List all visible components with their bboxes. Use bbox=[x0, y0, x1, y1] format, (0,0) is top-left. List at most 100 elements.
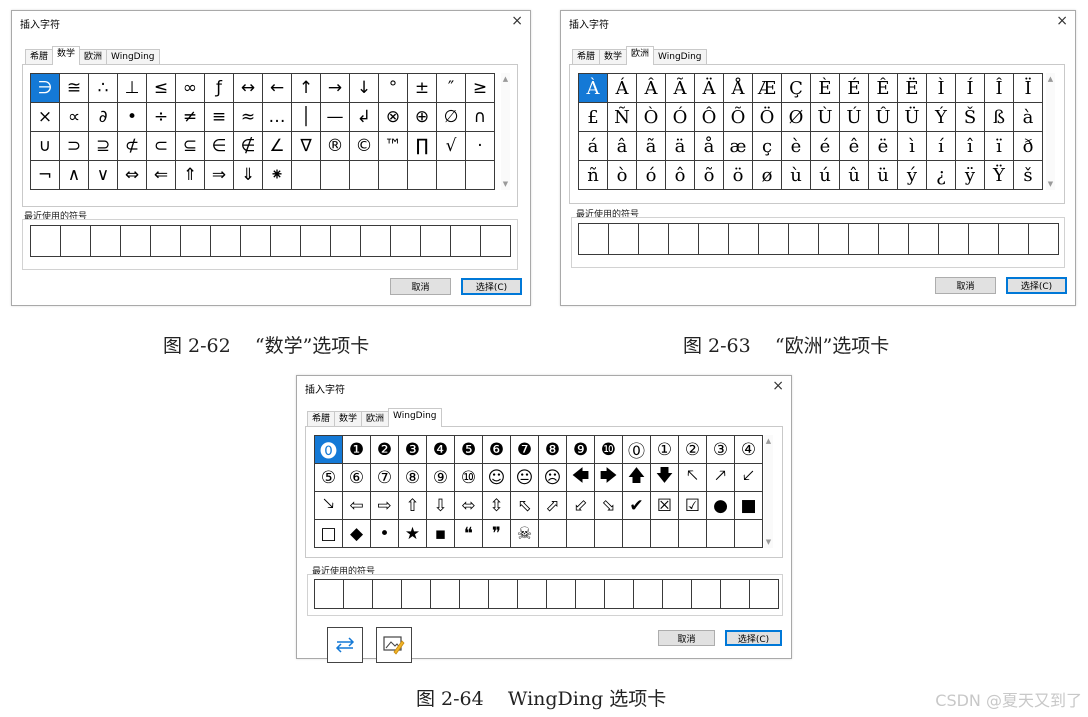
symbol-cell[interactable]: ÿ bbox=[956, 161, 985, 190]
symbol-cell[interactable]: ® bbox=[321, 132, 350, 161]
symbol-cell[interactable]: û bbox=[840, 161, 869, 190]
symbol-cell[interactable]: ⬄ bbox=[455, 492, 483, 520]
symbol-cell[interactable]: ≅ bbox=[60, 74, 89, 103]
symbol-cell[interactable]: ∧ bbox=[60, 161, 89, 190]
symbol-cell[interactable]: ⊇ bbox=[89, 132, 118, 161]
symbol-cell[interactable]: À bbox=[579, 74, 608, 103]
symbol-cell[interactable]: Ñ bbox=[608, 103, 637, 132]
symbol-cell[interactable]: × bbox=[31, 103, 60, 132]
symbol-cell[interactable]: ⇦ bbox=[343, 492, 371, 520]
symbol-cell[interactable]: ∩ bbox=[466, 103, 495, 132]
symbol-cell[interactable]: 🡗 bbox=[735, 464, 763, 492]
recent-symbol-cell[interactable] bbox=[31, 225, 61, 257]
recent-symbol-cell[interactable] bbox=[729, 223, 759, 255]
symbol-cell[interactable]: ™ bbox=[379, 132, 408, 161]
symbol-cell[interactable]: ∞ bbox=[176, 74, 205, 103]
symbol-cell[interactable]: ⊆ bbox=[176, 132, 205, 161]
symbol-cell[interactable]: ● bbox=[707, 492, 735, 520]
recent-symbol-cell[interactable] bbox=[579, 223, 609, 255]
select-button[interactable]: 选择(C) bbox=[725, 630, 782, 646]
symbol-cell[interactable]: … bbox=[263, 103, 292, 132]
close-icon[interactable]: × bbox=[772, 378, 784, 394]
symbol-cell[interactable]: ì bbox=[898, 132, 927, 161]
symbol-cell[interactable]: ⑥ bbox=[343, 464, 371, 492]
symbol-cell[interactable]: Ü bbox=[898, 103, 927, 132]
symbol-cell[interactable]: ï bbox=[985, 132, 1014, 161]
symbol-cell[interactable]: ¿ bbox=[927, 161, 956, 190]
symbol-cell[interactable]: Ú bbox=[840, 103, 869, 132]
symbol-cell[interactable]: ❻ bbox=[483, 436, 511, 464]
symbol-cell[interactable] bbox=[651, 520, 679, 548]
symbol-cell[interactable]: 🡔 bbox=[679, 464, 707, 492]
symbol-cell[interactable]: ❾ bbox=[567, 436, 595, 464]
symbol-cell[interactable]: Ì bbox=[927, 74, 956, 103]
symbol-cell[interactable] bbox=[437, 161, 466, 190]
symbol-cell[interactable]: ❞ bbox=[483, 520, 511, 548]
symbol-cell[interactable]: ∇ bbox=[292, 132, 321, 161]
tab-europe[interactable]: 欧洲 bbox=[79, 49, 108, 65]
symbol-cell[interactable]: Ô bbox=[695, 103, 724, 132]
symbol-cell[interactable]: 🡇 bbox=[651, 464, 679, 492]
symbol-cell[interactable]: — bbox=[321, 103, 350, 132]
recent-symbol-cell[interactable] bbox=[421, 225, 451, 257]
symbol-cell[interactable]: ″ bbox=[437, 74, 466, 103]
symbol-cell[interactable]: Ï bbox=[1014, 74, 1043, 103]
symbol-cell[interactable]: ☠ bbox=[511, 520, 539, 548]
symbol-cell[interactable]: Ë bbox=[898, 74, 927, 103]
recent-symbol-cell[interactable] bbox=[373, 579, 402, 609]
symbol-cell[interactable]: ④ bbox=[735, 436, 763, 464]
tab-greek[interactable]: 希腊 bbox=[307, 411, 336, 427]
symbol-cell[interactable]: • bbox=[371, 520, 399, 548]
symbol-cell[interactable]: ý bbox=[898, 161, 927, 190]
symbol-cell[interactable]: ⇧ bbox=[399, 492, 427, 520]
image-edit-icon[interactable] bbox=[376, 627, 412, 663]
symbol-cell[interactable] bbox=[350, 161, 379, 190]
grid-scrollbar[interactable]: ▲ ▼ bbox=[764, 435, 773, 548]
recent-symbol-cell[interactable] bbox=[181, 225, 211, 257]
symbol-cell[interactable]: 🡆 bbox=[595, 464, 623, 492]
select-button[interactable]: 选择(C) bbox=[1006, 277, 1067, 294]
symbol-cell[interactable] bbox=[539, 520, 567, 548]
symbol-cell[interactable]: ⬂ bbox=[595, 492, 623, 520]
recent-symbol-cell[interactable] bbox=[663, 579, 692, 609]
symbol-cell[interactable]: © bbox=[350, 132, 379, 161]
recent-symbol-cell[interactable] bbox=[547, 579, 576, 609]
symbol-cell[interactable]: ∝ bbox=[60, 103, 89, 132]
symbol-cell[interactable]: ð bbox=[1014, 132, 1043, 161]
symbol-cell[interactable]: è bbox=[782, 132, 811, 161]
symbol-cell[interactable]: ⑤ bbox=[315, 464, 343, 492]
symbol-cell[interactable]: ★ bbox=[399, 520, 427, 548]
symbol-cell[interactable]: ∴ bbox=[89, 74, 118, 103]
close-icon[interactable]: × bbox=[1056, 13, 1068, 29]
symbol-cell[interactable]: ÷ bbox=[147, 103, 176, 132]
symbol-cell[interactable]: ∨ bbox=[89, 161, 118, 190]
symbol-cell[interactable]: ❶ bbox=[343, 436, 371, 464]
symbol-cell[interactable] bbox=[567, 520, 595, 548]
symbol-cell[interactable]: Š bbox=[956, 103, 985, 132]
symbol-cell[interactable]: ∠ bbox=[263, 132, 292, 161]
symbol-cell[interactable]: ⊥ bbox=[118, 74, 147, 103]
symbol-cell[interactable]: · bbox=[466, 132, 495, 161]
recent-symbol-cell[interactable] bbox=[789, 223, 819, 255]
symbol-cell[interactable]: ↲ bbox=[350, 103, 379, 132]
symbol-cell[interactable]: â bbox=[608, 132, 637, 161]
recent-symbol-cell[interactable] bbox=[849, 223, 879, 255]
recent-symbol-cell[interactable] bbox=[699, 223, 729, 255]
symbol-cell[interactable] bbox=[292, 161, 321, 190]
symbol-cell[interactable]: ø bbox=[753, 161, 782, 190]
recent-symbol-cell[interactable] bbox=[121, 225, 151, 257]
symbol-cell[interactable]: ⇳ bbox=[483, 492, 511, 520]
grid-scrollbar[interactable]: ▲ ▼ bbox=[501, 73, 510, 190]
symbol-cell[interactable]: ö bbox=[724, 161, 753, 190]
symbol-cell[interactable]: ∂ bbox=[89, 103, 118, 132]
symbol-cell[interactable]: £ bbox=[579, 103, 608, 132]
symbol-cell[interactable]: ô bbox=[666, 161, 695, 190]
symbol-cell[interactable]: Ÿ bbox=[985, 161, 1014, 190]
symbol-cell[interactable]: ≥ bbox=[466, 74, 495, 103]
recent-symbol-cell[interactable] bbox=[750, 579, 779, 609]
symbol-cell[interactable]: ⑩ bbox=[455, 464, 483, 492]
symbol-cell[interactable]: ⊗ bbox=[379, 103, 408, 132]
symbol-cell[interactable]: Å bbox=[724, 74, 753, 103]
symbol-cell[interactable]: È bbox=[811, 74, 840, 103]
symbol-cell[interactable]: ≤ bbox=[147, 74, 176, 103]
